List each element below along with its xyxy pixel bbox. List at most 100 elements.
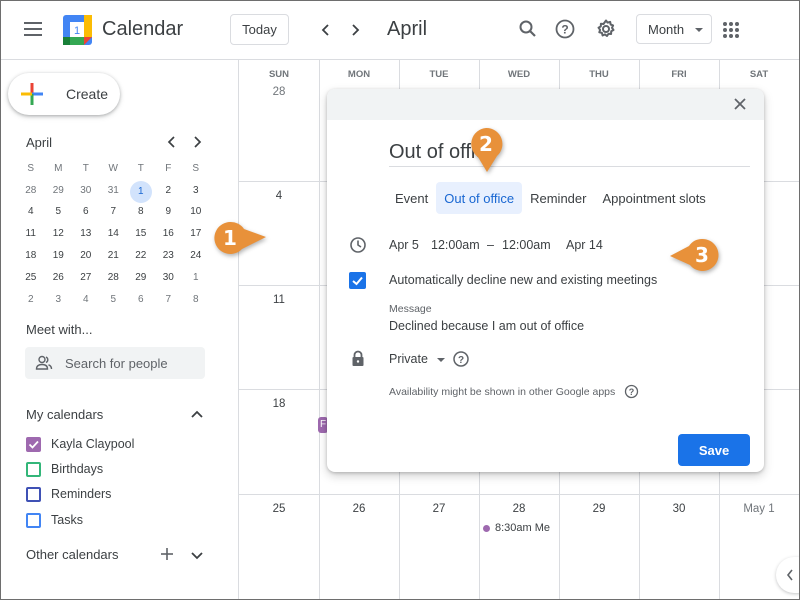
day-cell-number[interactable]: 29 — [559, 503, 639, 515]
checkbox-checked[interactable] — [26, 437, 41, 452]
mini-calendar-day[interactable]: 8 — [127, 202, 155, 222]
mini-calendar-day[interactable]: 19 — [45, 246, 73, 266]
mini-calendar-day[interactable]: 9 — [155, 202, 183, 222]
title-input[interactable]: Out of office — [389, 141, 750, 167]
start-date-field[interactable]: Apr 5 — [389, 238, 419, 252]
add-other-calendar-icon[interactable] — [160, 547, 174, 561]
end-date-field[interactable]: Apr 14 — [566, 238, 603, 252]
auto-decline-checkbox[interactable] — [349, 272, 366, 289]
mini-calendar-day[interactable]: 20 — [72, 246, 100, 266]
checkbox-unchecked[interactable] — [26, 462, 41, 477]
help-button[interactable]: ? — [552, 16, 578, 42]
day-cell-number[interactable]: 25 — [239, 503, 319, 515]
mini-calendar-day[interactable]: 26 — [45, 268, 73, 288]
tab-event[interactable]: Event — [387, 182, 436, 214]
mini-calendar-day[interactable]: 3 — [182, 181, 210, 201]
mini-calendar-today[interactable]: 1 — [127, 180, 155, 203]
mini-calendar-day[interactable]: 28 — [17, 181, 45, 201]
calendar-item-reminders[interactable]: Reminders — [25, 485, 215, 505]
today-button[interactable]: Today — [230, 14, 289, 45]
checkbox-unchecked[interactable] — [26, 487, 41, 502]
mini-calendar-day[interactable]: 31 — [100, 181, 128, 201]
day-cell-number[interactable]: 18 — [239, 398, 319, 410]
mini-calendar-day[interactable]: 11 — [17, 224, 45, 244]
day-number: 30 — [80, 184, 92, 196]
dialog-drag-bar[interactable] — [327, 89, 764, 120]
mini-calendar-day[interactable]: 5 — [45, 202, 73, 222]
mini-calendar-day[interactable]: 4 — [17, 202, 45, 222]
tab-out-of-office[interactable]: Out of office — [436, 182, 523, 214]
view-selector-dropdown[interactable]: Month — [636, 14, 712, 44]
mini-calendar-day[interactable]: 7 — [100, 202, 128, 222]
create-button[interactable]: Create — [8, 73, 120, 115]
previous-period-button[interactable] — [315, 18, 337, 42]
mini-calendar-day[interactable]: 3 — [45, 290, 73, 310]
hamburger-menu-icon[interactable] — [24, 22, 42, 36]
mini-calendar-day[interactable]: 21 — [100, 246, 128, 266]
save-button[interactable]: Save — [678, 434, 750, 466]
day-cell-number[interactable]: May 1 — [719, 503, 799, 515]
tab-appointment-slots[interactable]: Appointment slots — [594, 182, 713, 214]
mini-calendar-day[interactable]: 12 — [45, 224, 73, 244]
mini-calendar-day[interactable]: 5 — [100, 290, 128, 310]
other-calendars-title[interactable]: Other calendars — [26, 547, 119, 562]
day-cell-number[interactable]: 4 — [239, 190, 319, 202]
tab-reminder[interactable]: Reminder — [522, 182, 594, 214]
mini-calendar-day[interactable]: 16 — [155, 224, 183, 244]
mini-calendar-day[interactable]: 8 — [182, 290, 210, 310]
mini-calendar-day[interactable]: 1 — [182, 268, 210, 288]
mini-calendar-day[interactable]: 4 — [72, 290, 100, 310]
mini-calendar-day[interactable]: 29 — [127, 268, 155, 288]
mini-calendar-day[interactable]: 6 — [127, 290, 155, 310]
apps-grid-icon[interactable] — [723, 22, 739, 38]
people-search-input[interactable]: Search for people — [25, 347, 205, 379]
mini-calendar-day[interactable]: 29 — [45, 181, 73, 201]
mini-calendar-day[interactable]: 27 — [72, 268, 100, 288]
close-icon[interactable] — [733, 97, 747, 111]
end-time-field[interactable]: 12:00am — [502, 238, 551, 252]
mini-calendar-day[interactable]: 17 — [182, 224, 210, 244]
mini-calendar-day[interactable]: 2 — [17, 290, 45, 310]
mini-calendar-day[interactable]: 14 — [100, 224, 128, 244]
mini-calendar-day[interactable]: 2 — [155, 181, 183, 201]
start-time-field[interactable]: 12:00am — [431, 238, 480, 252]
mini-calendar-day[interactable]: 22 — [127, 246, 155, 266]
settings-button[interactable] — [593, 16, 619, 42]
day-cell-number[interactable]: 26 — [319, 503, 399, 515]
chevron-up-icon[interactable] — [190, 407, 204, 421]
mini-calendar-day[interactable]: 30 — [72, 181, 100, 201]
mini-calendar-day[interactable]: 10 — [182, 202, 210, 222]
mini-calendar-day[interactable]: 30 — [155, 268, 183, 288]
day-cell-number[interactable]: 11 — [239, 294, 319, 306]
mini-calendar-prev-button[interactable] — [162, 133, 180, 151]
next-period-button[interactable] — [344, 18, 366, 42]
mini-calendar-day[interactable]: 25 — [17, 268, 45, 288]
mini-calendar-day[interactable]: 6 — [72, 202, 100, 222]
day-cell-number[interactable]: 28 — [479, 503, 559, 515]
event-chip[interactable]: 8:30am Me — [483, 522, 555, 534]
mini-calendar-day[interactable]: 7 — [155, 290, 183, 310]
auto-decline-label[interactable]: Automatically decline new and existing m… — [389, 273, 657, 287]
mini-calendar-day[interactable]: 15 — [127, 224, 155, 244]
help-icon[interactable]: ? — [624, 384, 639, 399]
mini-calendar-day[interactable]: 28 — [100, 268, 128, 288]
day-cell-number[interactable]: 30 — [639, 503, 719, 515]
day-cell-number[interactable]: 27 — [399, 503, 479, 515]
visibility-dropdown[interactable]: Private — [389, 352, 446, 366]
help-icon[interactable]: ? — [452, 350, 470, 368]
calendar-item-birthdays[interactable]: Birthdays — [25, 460, 215, 480]
calendar-item-kayla-claypool[interactable]: Kayla Claypool — [25, 435, 215, 455]
day-cell-number[interactable]: 28 — [239, 86, 319, 98]
message-input[interactable]: Declined because I am out of office — [389, 319, 584, 333]
mini-calendar-day[interactable]: 24 — [182, 246, 210, 266]
search-button[interactable] — [515, 16, 541, 42]
my-calendars-title[interactable]: My calendars — [26, 407, 103, 422]
calendar-item-tasks[interactable]: Tasks — [25, 511, 215, 531]
mini-calendar-next-button[interactable] — [188, 133, 206, 151]
checkbox-unchecked[interactable] — [26, 513, 41, 528]
mini-calendar-day[interactable]: 23 — [155, 246, 183, 266]
mini-calendar-day[interactable]: 18 — [17, 246, 45, 266]
mini-calendar-day[interactable]: 13 — [72, 224, 100, 244]
chevron-down-icon[interactable] — [190, 548, 204, 562]
day-number: 25 — [25, 271, 37, 283]
